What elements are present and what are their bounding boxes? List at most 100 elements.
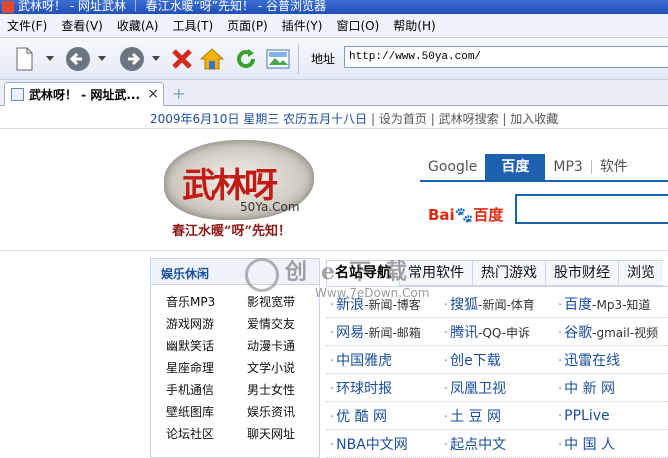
search-link[interactable]: 武林呀搜索	[439, 112, 499, 126]
site-row: · NBA中文网 · 起点中文 · 中 国 人	[326, 430, 668, 458]
address-input[interactable]	[344, 46, 668, 68]
tab-close-icon[interactable]: ×	[147, 86, 159, 102]
site-link[interactable]: · PPLive	[554, 408, 668, 424]
category-link[interactable]: 壁纸图库	[166, 403, 247, 421]
search-tab-underline	[420, 180, 668, 182]
site-nav-tabs: 名站导航 常用软件 热门游戏 股市财经 浏览	[326, 260, 663, 286]
nav-tab-finance[interactable]: 股市财经	[545, 260, 618, 286]
category-link[interactable]: 星座命理	[166, 359, 247, 377]
new-page-button[interactable]	[10, 45, 38, 73]
menu-help[interactable]: 帮助(H)	[386, 17, 442, 34]
baidu-logo-cn: 百度	[473, 206, 504, 224]
home-icon	[200, 48, 224, 70]
site-link[interactable]: · 土 豆 网	[440, 406, 554, 426]
site-link[interactable]: · 凤凰卫视	[440, 378, 554, 398]
separator: |	[370, 112, 376, 126]
new-page-icon	[16, 47, 33, 71]
menu-window[interactable]: 窗口(O)	[329, 17, 386, 34]
stop-x-icon	[172, 49, 192, 69]
site-link[interactable]: · 百度-Mp3-知道	[554, 294, 668, 314]
search-engine-tabs: Google 百度 MP3 软件	[420, 154, 636, 180]
forward-button[interactable]	[118, 45, 146, 73]
category-link[interactable]: 手机通信	[166, 381, 247, 399]
menu-favorites[interactable]: 收藏(A)	[110, 17, 166, 34]
site-link[interactable]: · 创e下载	[440, 350, 554, 370]
menu-page[interactable]: 页面(P)	[220, 17, 275, 34]
nav-tab-software[interactable]: 常用软件	[399, 260, 472, 286]
stop-button[interactable]	[168, 45, 196, 73]
category-link[interactable]: 论坛社区	[166, 425, 247, 443]
site-row: · 优 酷 网 · 土 豆 网 · PPLive	[326, 402, 668, 430]
tab-strip: 武林呀！ - 网址武... × +	[0, 80, 668, 106]
search-input[interactable]	[515, 194, 668, 224]
site-link[interactable]: · 新浪-新闻-博客	[326, 294, 440, 314]
home-button[interactable]	[198, 45, 226, 73]
forward-arrow-icon	[120, 47, 144, 71]
nav-tab-browse[interactable]: 浏览	[618, 260, 663, 286]
logo-slogan: 春江水暖“呀”先知！	[172, 224, 291, 239]
site-link[interactable]: · 起点中文	[440, 434, 554, 454]
category-link[interactable]: 文学小说	[247, 359, 328, 377]
window-title-bar: 武林呀！ - 网址武林 ｜ 春江水暖“呀”先知！ - 谷普浏览器	[0, 0, 668, 14]
back-dropdown[interactable]	[98, 56, 106, 61]
set-homepage-link[interactable]: 设为首页	[379, 112, 427, 126]
category-link[interactable]: 男士女性	[247, 381, 328, 399]
site-link[interactable]: · 谷歌-gmail-视频	[554, 322, 668, 342]
site-link[interactable]: · NBA中文网	[326, 434, 440, 454]
new-page-dropdown[interactable]	[46, 56, 54, 61]
refresh-button[interactable]	[232, 45, 260, 73]
site-link[interactable]: · 中 新 网	[554, 378, 668, 398]
site-link[interactable]: · 搜狐-新闻-体育	[440, 294, 554, 314]
forward-dropdown[interactable]	[152, 56, 160, 61]
category-title: 娱乐休闲	[151, 259, 319, 285]
category-link[interactable]: 幽默笑话	[166, 337, 247, 355]
menu-plugins[interactable]: 插件(Y)	[275, 17, 330, 34]
search-tab-mp3[interactable]: MP3	[545, 154, 590, 180]
back-button[interactable]	[64, 45, 92, 73]
search-tab-baidu[interactable]: 百度	[485, 154, 546, 180]
menu-view[interactable]: 查看(V)	[54, 17, 110, 34]
site-link[interactable]: · 腾讯-QQ-申诉	[440, 322, 554, 342]
site-row: · 中国雅虎 · 创e下载 · 迅雷在线	[326, 346, 668, 374]
category-link[interactable]: 聊天网址	[247, 425, 328, 443]
category-link[interactable]: 爱情交友	[247, 315, 328, 333]
site-link[interactable]: · 迅雷在线	[554, 350, 668, 370]
toolbar-separator	[298, 44, 299, 74]
category-box: 娱乐休闲 音乐MP3 影视宽带 游戏网游 爱情交友 幽默笑话 动漫卡通 星座命理…	[150, 258, 320, 458]
header-divider	[0, 128, 668, 129]
site-link[interactable]: · 中国雅虎	[326, 350, 440, 370]
nav-tab-games[interactable]: 热门游戏	[472, 260, 545, 286]
site-link[interactable]: · 优 酷 网	[326, 406, 440, 426]
logo-domain: 50Ya.Com	[240, 200, 300, 214]
search-tab-software[interactable]: 软件	[592, 154, 636, 180]
category-link[interactable]: 动漫卡通	[247, 337, 328, 355]
address-label: 地址	[311, 52, 336, 66]
search-tab-google[interactable]: Google	[420, 154, 485, 180]
category-link[interactable]: 娱乐资讯	[247, 403, 328, 421]
menu-file[interactable]: 文件(F)	[0, 17, 54, 34]
site-links: · 新浪-新闻-博客 · 搜狐-新闻-体育 · 百度-Mp3-知道 · 网易-新闻-邮箱…	[326, 290, 668, 458]
tab-wulinya[interactable]: 武林呀！ - 网址武... ×	[4, 82, 164, 106]
baidu-logo: Bai🐾百度	[428, 204, 503, 225]
category-link[interactable]: 游戏网游	[166, 315, 247, 333]
nav-underline	[326, 286, 668, 287]
site-link[interactable]: · 中 国 人	[554, 434, 668, 454]
site-link[interactable]: · 环球时报	[326, 378, 440, 398]
paw-icon: 🐾	[454, 206, 474, 224]
page-icon	[11, 88, 24, 101]
site-logo[interactable]: 武林呀 50Ya.Com 春江水暖“呀”先知！	[160, 140, 320, 240]
category-link[interactable]: 音乐MP3	[166, 293, 247, 311]
new-tab-button[interactable]: +	[172, 84, 185, 103]
weekday-text: 星期三	[243, 112, 280, 126]
screenshot-button[interactable]	[264, 45, 292, 73]
picture-icon	[266, 49, 290, 69]
navigation-toolbar: 地址	[0, 38, 668, 80]
window-title: 武林呀！ - 网址武林 ｜ 春江水暖“呀”先知！ - 谷普浏览器	[18, 0, 326, 13]
separator: |	[502, 112, 507, 126]
site-link[interactable]: · 网易-新闻-邮箱	[326, 322, 440, 342]
category-grid: 音乐MP3 影视宽带 游戏网游 爱情交友 幽默笑话 动漫卡通 星座命理 文学小说…	[151, 285, 319, 443]
add-favorite-link[interactable]: 加入收藏	[510, 112, 558, 126]
menu-tools[interactable]: 工具(T)	[165, 17, 220, 34]
category-link[interactable]: 影视宽带	[247, 293, 328, 311]
nav-tab-famous-sites[interactable]: 名站导航	[326, 260, 399, 286]
